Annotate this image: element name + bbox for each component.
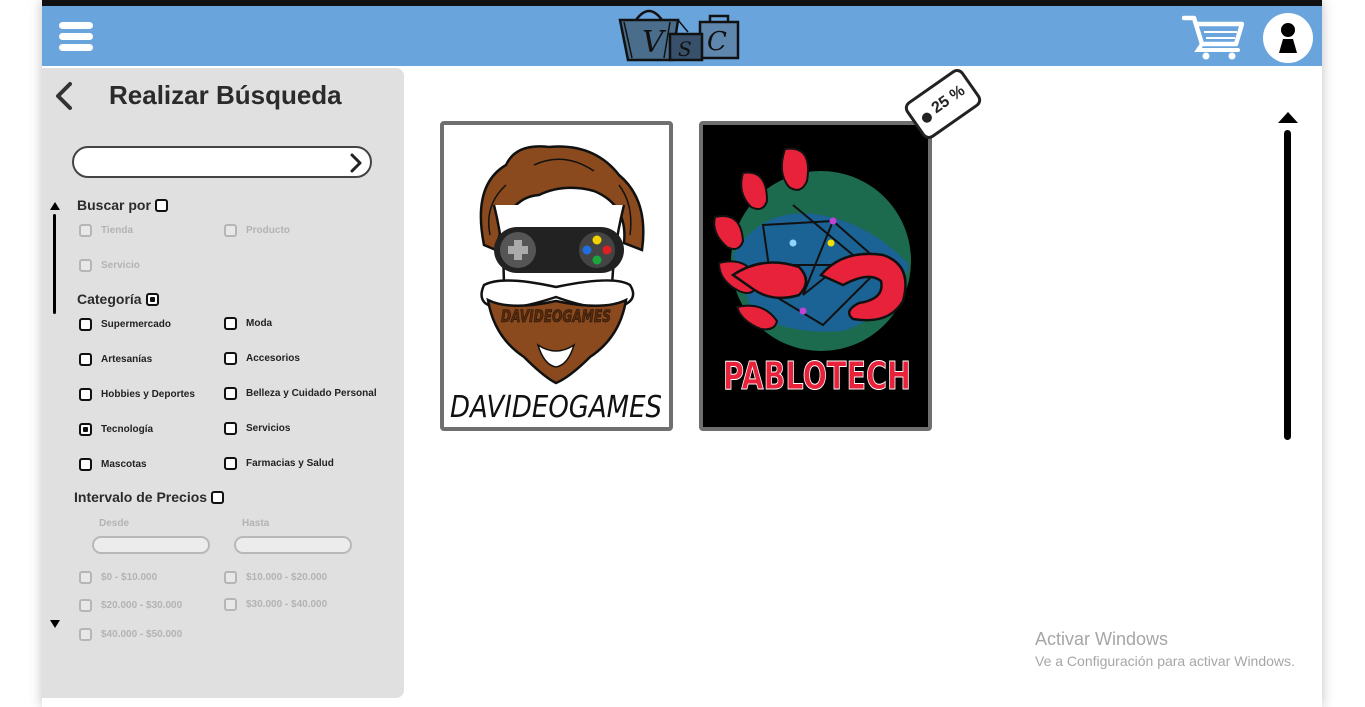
category-servicios[interactable]: Servicios — [224, 422, 290, 435]
option-tienda[interactable]: Tienda — [79, 224, 133, 237]
option-label: Belleza y Cuidado Personal — [246, 388, 377, 399]
buscar-por-section[interactable]: Buscar por — [77, 197, 168, 213]
option-label: Farmacias y Salud — [246, 458, 334, 469]
option-producto[interactable]: Producto — [224, 224, 290, 237]
logo-letter-c: C — [707, 27, 727, 57]
checkbox[interactable] — [224, 317, 237, 330]
hasta-label: Hasta — [242, 518, 270, 529]
checkbox-checked[interactable] — [79, 423, 92, 436]
checkbox[interactable] — [224, 457, 237, 470]
search-submit-chevron-icon[interactable] — [348, 152, 364, 174]
category-artesanias[interactable]: Artesanías — [79, 353, 152, 366]
shopping-cart-icon[interactable] — [1182, 12, 1244, 60]
store-name-davideogames: DAVIDEOGAMES — [450, 390, 662, 425]
checkbox[interactable] — [79, 571, 92, 584]
option-label: $30.000 - $40.000 — [246, 599, 328, 610]
store-name-pablotech: PABLOTECH — [723, 354, 911, 398]
categoria-section[interactable]: Categoría — [77, 291, 159, 307]
checkbox[interactable] — [79, 259, 92, 272]
option-label: $20.000 - $30.000 — [101, 600, 183, 611]
activation-watermark-subtitle: Ve a Configuración para activar Windows. — [1035, 653, 1295, 669]
buscar-por-checkbox[interactable] — [154, 198, 168, 212]
categoria-label: Categoría — [77, 291, 142, 307]
filter-scrollbar[interactable] — [53, 214, 56, 314]
filter-scroll-down-icon[interactable] — [50, 620, 60, 628]
option-label: Tienda — [101, 225, 134, 236]
activation-watermark-title: Activar Windows — [1035, 629, 1169, 649]
precios-section[interactable]: Intervalo de Precios — [74, 489, 225, 505]
checkbox[interactable] — [224, 352, 237, 365]
pablotech-logo-image: PABLOTECH — [713, 147, 912, 399]
option-label: $40.000 - $50.000 — [101, 629, 183, 640]
store-logo[interactable]: V S C — [618, 8, 744, 62]
filter-scroll-up-icon[interactable] — [50, 202, 60, 210]
logo-letter-s: S — [678, 37, 692, 61]
checkbox[interactable] — [224, 598, 237, 611]
logo-letter-v: V — [642, 25, 667, 60]
categoria-checkbox[interactable] — [145, 292, 159, 306]
checkbox[interactable] — [79, 599, 92, 612]
store-card-davideogames[interactable]: DAVIDEOGAMES DAVIDEOGAMES — [440, 121, 673, 431]
option-label: Servicios — [246, 423, 291, 434]
category-tecnologia[interactable]: Tecnología — [79, 423, 153, 436]
category-moda[interactable]: Moda — [224, 317, 272, 330]
option-label: Tecnología — [101, 424, 154, 435]
buscar-por-label: Buscar por — [77, 197, 151, 213]
option-label: Moda — [246, 318, 273, 329]
price-range-30000-40000[interactable]: $30.000 - $40.000 — [224, 598, 327, 611]
price-range-20000-30000[interactable]: $20.000 - $30.000 — [79, 599, 182, 612]
hamburger-menu-icon[interactable] — [59, 22, 93, 52]
price-to-input[interactable] — [234, 536, 352, 554]
precios-label: Intervalo de Precios — [74, 489, 208, 505]
results-scrollbar[interactable] — [1284, 130, 1291, 440]
checkbox[interactable] — [79, 458, 92, 471]
category-farmacias-salud[interactable]: Farmacias y Salud — [224, 457, 334, 470]
results-scroll-up-icon[interactable] — [1278, 112, 1298, 123]
price-range-0-10000[interactable]: $0 - $10.000 — [79, 571, 157, 584]
beard-text: DAVIDEOGAMES — [501, 307, 611, 327]
checkbox[interactable] — [79, 318, 92, 331]
precios-checkbox[interactable] — [211, 490, 225, 504]
search-field[interactable] — [72, 146, 372, 178]
option-label: $10.000 - $20.000 — [246, 572, 328, 583]
category-belleza[interactable]: Belleza y Cuidado Personal — [224, 387, 377, 400]
checkbox[interactable] — [224, 422, 237, 435]
checkbox[interactable] — [79, 353, 92, 366]
option-label: $0 - $10.000 — [101, 572, 158, 583]
app-frame: V S C Realizar Búsqueda Buscar por Tiend… — [42, 0, 1322, 707]
store-card-pablotech[interactable]: PABLOTECH — [699, 121, 932, 431]
sidebar-title: Realizar Búsqueda — [109, 80, 342, 110]
option-label: Accesorios — [246, 353, 300, 364]
option-label: Hobbies y Deportes — [101, 389, 195, 400]
price-from-input[interactable] — [92, 536, 210, 554]
back-chevron-icon[interactable] — [52, 81, 76, 111]
option-label: Producto — [246, 225, 290, 236]
desde-label: Desde — [99, 518, 130, 529]
option-label: Supermercado — [101, 319, 172, 330]
price-range-10000-20000[interactable]: $10.000 - $20.000 — [224, 571, 327, 584]
option-label: Servicio — [101, 260, 140, 271]
price-range-40000-50000[interactable]: $40.000 - $50.000 — [79, 628, 182, 641]
checkbox[interactable] — [224, 387, 237, 400]
user-profile-icon[interactable] — [1263, 13, 1313, 63]
checkbox[interactable] — [79, 628, 92, 641]
category-supermercado[interactable]: Supermercado — [79, 318, 171, 331]
search-sidebar: Realizar Búsqueda Buscar por Tienda Prod… — [42, 68, 404, 698]
option-label: Mascotas — [101, 459, 147, 470]
option-servicio[interactable]: Servicio — [79, 259, 140, 272]
checkbox[interactable] — [224, 571, 237, 584]
checkbox[interactable] — [79, 224, 92, 237]
category-hobbies-deportes[interactable]: Hobbies y Deportes — [79, 388, 195, 401]
davideogames-logo-image: DAVIDEOGAMES DAVIDEOGAMES — [450, 145, 662, 425]
checkbox[interactable] — [224, 224, 237, 237]
tag-hole-icon — [919, 110, 934, 125]
checkbox[interactable] — [79, 388, 92, 401]
option-label: Artesanías — [101, 354, 153, 365]
category-mascotas[interactable]: Mascotas — [79, 458, 147, 471]
discount-label: 25 % — [928, 82, 969, 117]
category-accesorios[interactable]: Accesorios — [224, 352, 300, 365]
search-input[interactable] — [86, 152, 336, 172]
header-bar: V S C — [42, 6, 1322, 66]
